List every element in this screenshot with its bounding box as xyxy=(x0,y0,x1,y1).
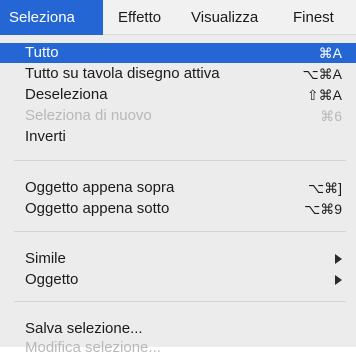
menu-effetto[interactable]: Effetto xyxy=(118,0,161,35)
submenu-arrow-icon xyxy=(335,275,342,285)
menu-item-shortcut: ⌥⌘] xyxy=(307,180,342,196)
menu-item-label: Inverti xyxy=(25,128,66,145)
menu-item-inverti[interactable]: Inverti xyxy=(0,127,356,147)
menu-item-simile[interactable]: Simile xyxy=(0,249,356,269)
submenu-arrow-icon xyxy=(335,254,342,264)
seleziona-dropdown-menu: Tutto ⌘A Tutto su tavola disegno attiva … xyxy=(0,35,356,356)
menu-item-label: Modifica selezione... xyxy=(25,339,161,356)
menu-item-salva-selezione[interactable]: Salva selezione... xyxy=(0,319,356,339)
menu-item-label: Seleziona di nuovo xyxy=(25,107,152,124)
menu-separator xyxy=(14,160,346,161)
menu-item-shortcut: ⌥⌘A xyxy=(302,66,342,82)
menu-item-shortcut: ⇧⌘A xyxy=(306,87,342,103)
menu-item-tutto-su-tavola[interactable]: Tutto su tavola disegno attiva ⌥⌘A xyxy=(0,64,356,84)
menu-item-oggetto-appena-sotto[interactable]: Oggetto appena sotto ⌥⌘9 xyxy=(0,199,356,219)
menu-bar: Seleziona Effetto Visualizza Finest xyxy=(0,0,356,35)
menu-item-label: Salva selezione... xyxy=(25,320,143,337)
menu-item-shortcut: ⌘A xyxy=(318,45,342,61)
menu-item-deseleziona[interactable]: Deseleziona ⇧⌘A xyxy=(0,85,356,105)
menu-item-label: Oggetto appena sotto xyxy=(25,200,170,217)
menu-item-modifica-selezione: Modifica selezione... xyxy=(0,338,356,358)
menu-item-label: Tutto xyxy=(25,44,59,61)
menu-seleziona[interactable]: Seleziona xyxy=(0,0,103,35)
menu-visualizza[interactable]: Visualizza xyxy=(191,0,258,35)
menu-item-shortcut: ⌥⌘9 xyxy=(304,201,342,217)
menu-item-label: Oggetto appena sopra xyxy=(25,179,175,196)
menu-item-oggetto-appena-sopra[interactable]: Oggetto appena sopra ⌥⌘] xyxy=(0,178,356,198)
menu-item-label: Tutto su tavola disegno attiva xyxy=(25,65,220,82)
menu-separator xyxy=(14,231,346,232)
menu-item-label: Oggetto xyxy=(25,271,79,288)
menu-item-tutto[interactable]: Tutto ⌘A xyxy=(0,43,356,63)
menu-separator xyxy=(14,301,346,302)
menu-item-label: Simile xyxy=(25,250,66,267)
menu-finestra[interactable]: Finest xyxy=(293,0,334,35)
menu-item-oggetto[interactable]: Oggetto xyxy=(0,270,356,290)
menu-item-label: Deseleziona xyxy=(25,86,108,103)
menu-item-seleziona-di-nuovo: Seleziona di nuovo ⌘6 xyxy=(0,106,356,126)
menu-item-shortcut: ⌘6 xyxy=(320,108,342,124)
